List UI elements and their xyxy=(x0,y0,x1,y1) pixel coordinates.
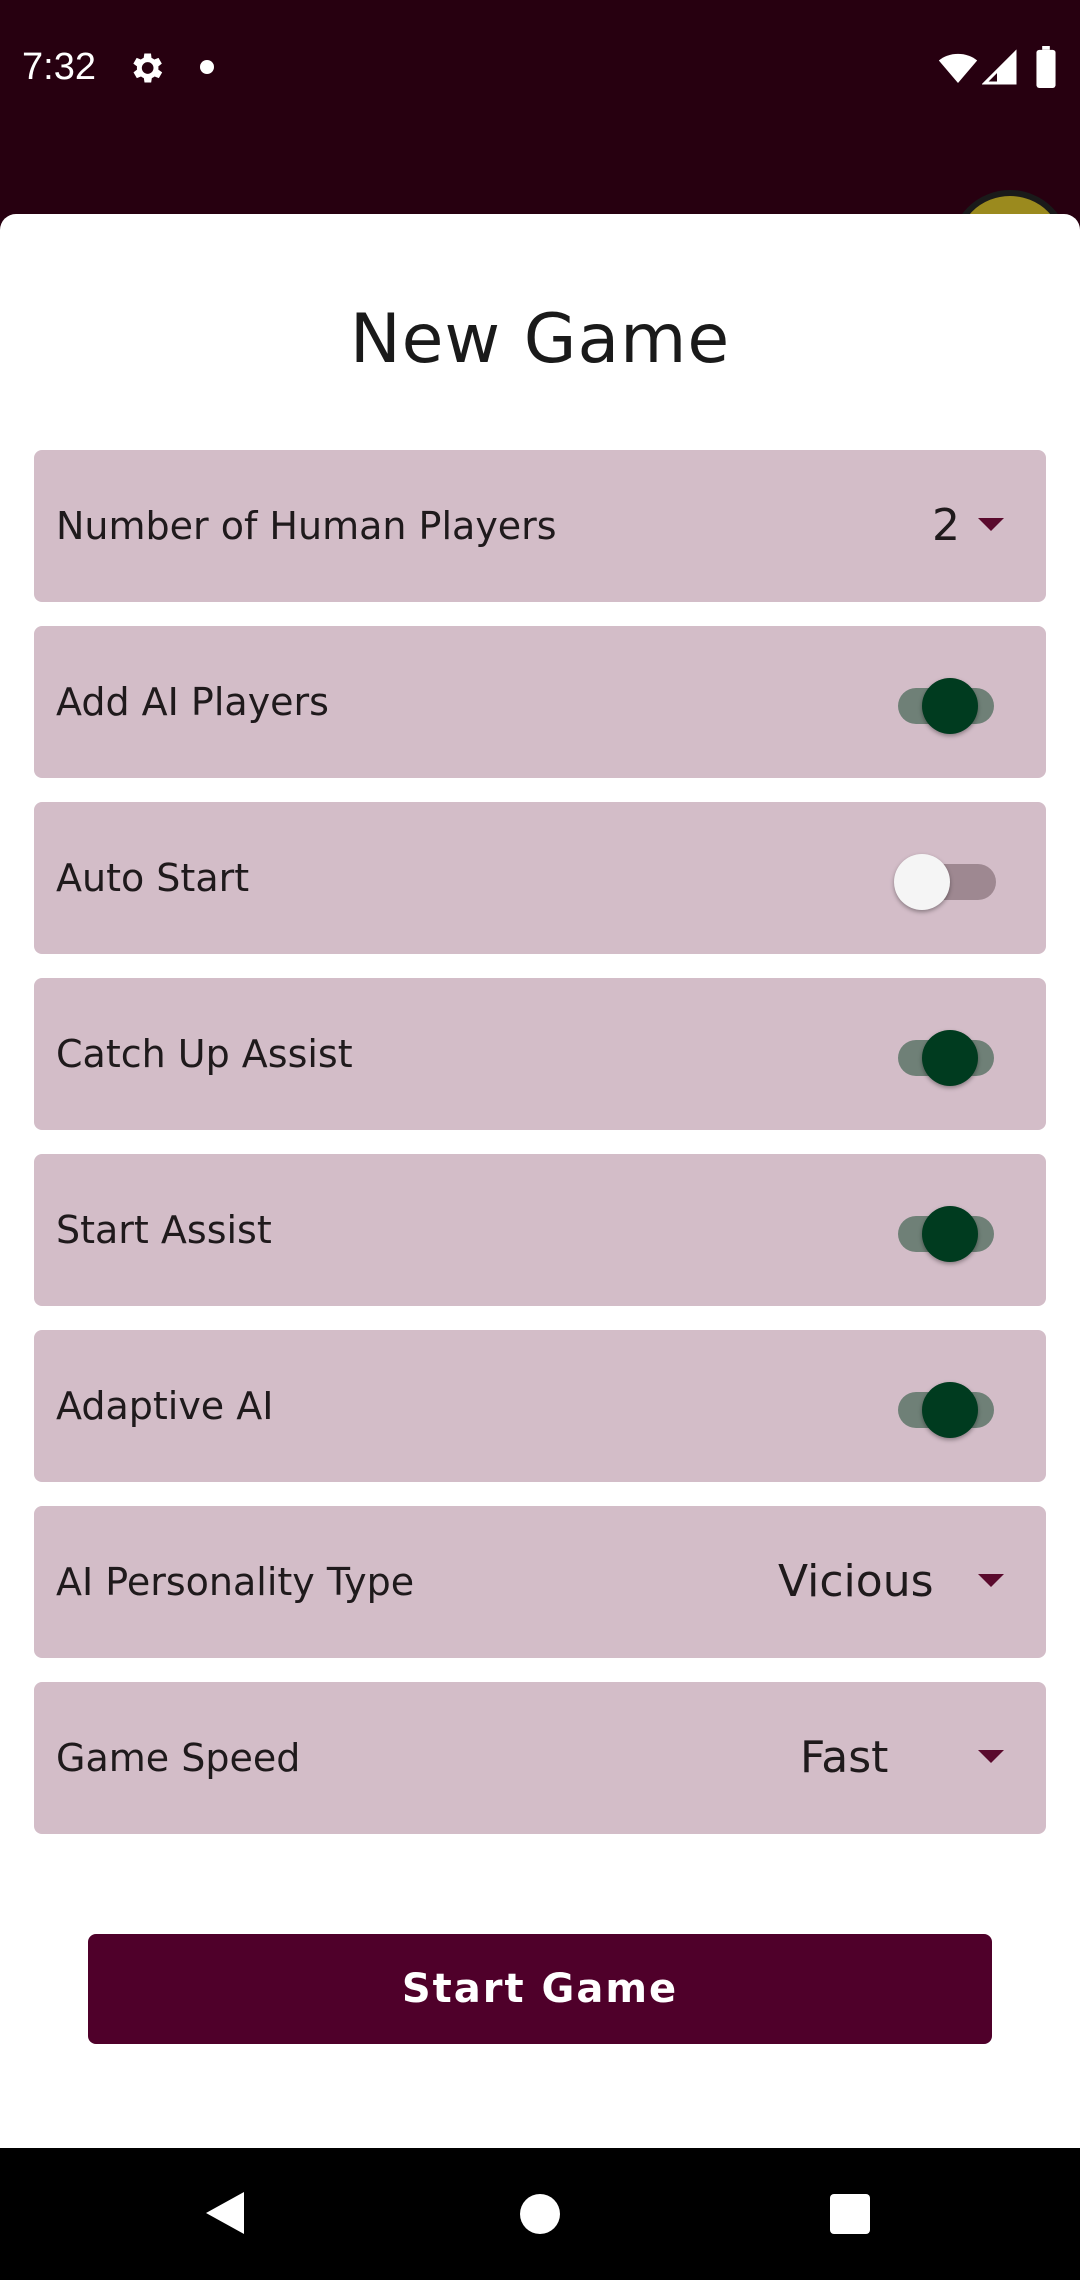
add-ai-players-toggle[interactable] xyxy=(862,674,994,734)
toggle-thumb xyxy=(922,678,978,734)
back-icon[interactable] xyxy=(204,2190,246,2236)
dropdown-value: Fast xyxy=(800,1732,889,1783)
toggle-thumb xyxy=(894,854,950,910)
start-game-button[interactable]: Start Game xyxy=(88,1934,992,2044)
auto-start-toggle[interactable] xyxy=(870,850,996,910)
screen: 7:32 New Game Number of Human Players 2 … xyxy=(0,0,1080,2280)
catch-up-assist-row: Catch Up Assist xyxy=(34,978,1046,1130)
row-label: Game Speed xyxy=(56,1736,301,1780)
game-speed-dropdown[interactable]: Game Speed Fast xyxy=(34,1682,1046,1834)
dropdown-value: 2 xyxy=(932,500,960,551)
row-label: Add AI Players xyxy=(56,680,329,724)
start-assist-row: Start Assist xyxy=(34,1154,1046,1306)
gear-icon xyxy=(133,53,163,83)
ai-personality-dropdown[interactable]: AI Personality Type Vicious xyxy=(34,1506,1046,1658)
row-label: Number of Human Players xyxy=(56,504,557,548)
row-label: Start Assist xyxy=(56,1208,272,1252)
toggle-thumb xyxy=(922,1206,978,1262)
recents-icon[interactable] xyxy=(830,2194,870,2234)
row-label: Auto Start xyxy=(56,856,250,900)
status-time: 7:32 xyxy=(22,46,96,88)
toggle-thumb xyxy=(922,1030,978,1086)
adaptive-ai-row: Adaptive AI xyxy=(34,1330,1046,1482)
chevron-down-icon xyxy=(978,1750,1004,1763)
row-label: AI Personality Type xyxy=(56,1560,415,1604)
home-icon[interactable] xyxy=(520,2194,560,2234)
status-bar: 7:32 xyxy=(0,0,1080,135)
chevron-down-icon xyxy=(978,1574,1004,1587)
toggle-thumb xyxy=(922,1382,978,1438)
auto-start-row: Auto Start xyxy=(34,802,1046,954)
add-ai-players-row: Add AI Players xyxy=(34,626,1046,778)
battery-icon xyxy=(1036,46,1056,88)
signal-icon xyxy=(982,49,1017,85)
human-players-dropdown[interactable]: Number of Human Players 2 xyxy=(34,450,1046,602)
wifi-icon xyxy=(938,53,978,83)
start-assist-toggle[interactable] xyxy=(862,1202,994,1262)
dialog-title: New Game xyxy=(349,300,731,379)
notification-dot-icon xyxy=(200,60,214,74)
chevron-down-icon xyxy=(978,518,1004,531)
row-label: Catch Up Assist xyxy=(56,1032,353,1076)
dropdown-value: Vicious xyxy=(778,1556,934,1607)
row-label: Adaptive AI xyxy=(56,1384,274,1428)
catch-up-assist-toggle[interactable] xyxy=(862,1026,994,1086)
adaptive-ai-toggle[interactable] xyxy=(862,1378,994,1438)
